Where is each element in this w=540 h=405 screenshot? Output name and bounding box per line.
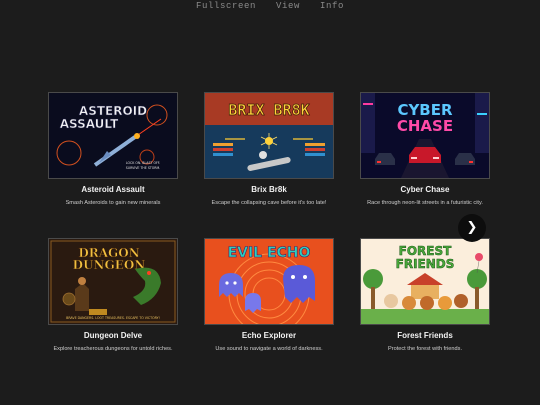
game-thumbnail[interactable]: CYBER CHASE [360,92,490,179]
evil-echo-artwork: EVIL ECHO [205,239,333,324]
game-description: Explore treacherous dungeons for untold … [53,346,173,352]
game-title: Cyber Chase [400,185,450,194]
menu-view[interactable]: View [276,1,300,11]
forest-friends-artwork: FOREST FRIENDS [361,239,489,324]
game-description: Protect the forest with friends. [388,346,462,352]
game-thumbnail[interactable]: BRIX BR8K [204,92,334,179]
dragon-dungeon-artwork: DRAGON DUNGEON BRAVE DANGERS. LOOT TREAS… [49,239,177,324]
game-title: Echo Explorer [241,331,297,340]
game-thumbnail[interactable]: FOREST FRIENDS [360,238,490,325]
thumb-title: BRIX BR8K [228,101,309,119]
thumb-title-line-2: ASSAULT [60,117,119,131]
thumb-title-line-1: ASTEROID [79,104,147,118]
thumb-title-line-2: FRIENDS [396,257,455,271]
game-description: Use sound to navigate a world of darknes… [215,346,323,352]
brix-br8k-artwork: BRIX BR8K [205,93,333,178]
game-thumbnail[interactable]: EVIL ECHO [204,238,334,325]
game-title: Asteroid Assault [81,185,145,194]
cyber-chase-artwork: CYBER CHASE [361,93,489,178]
asteroid-assault-artwork: ASTEROID ASSAULT LOCK ON. BLAST OFF. SUR… [49,93,177,178]
menu-info[interactable]: Info [320,1,344,11]
carousel-next-button[interactable]: ❯ [458,214,486,242]
thumb-title-line-2: DUNGEON [73,258,146,272]
thumb-title-line-2: CHASE [397,117,453,135]
thumb-caption-line-1: LOCK ON. BLAST OFF. [126,161,160,165]
game-title: Forest Friends [397,331,453,340]
thumb-title-line-1: FOREST [399,244,452,258]
game-description: Escape the collapsing cave before it's t… [211,200,327,206]
menu-fullscreen[interactable]: Fullscreen [196,1,256,11]
game-description: Smash Asteroids to gain new minerals [65,200,161,206]
thumb-caption-line-2: SURVIVE THE STORM. [126,166,161,170]
game-title: Dungeon Delve [83,331,143,340]
game-description: Race through neon-lit streets in a futur… [367,200,483,206]
game-thumbnail[interactable]: DRAGON DUNGEON BRAVE DANGERS. LOOT TREAS… [48,238,178,325]
chevron-right-icon: ❯ [466,220,478,235]
game-thumbnail[interactable]: ASTEROID ASSAULT LOCK ON. BLAST OFF. SUR… [48,92,178,179]
game-title: Brix Br8k [251,185,287,194]
thumb-caption: BRAVE DANGERS. LOOT TREASURES. ESCAPE TO… [66,316,160,320]
thumb-title: EVIL ECHO [228,245,311,261]
top-menu-bar: Fullscreen View Info [0,0,540,16]
